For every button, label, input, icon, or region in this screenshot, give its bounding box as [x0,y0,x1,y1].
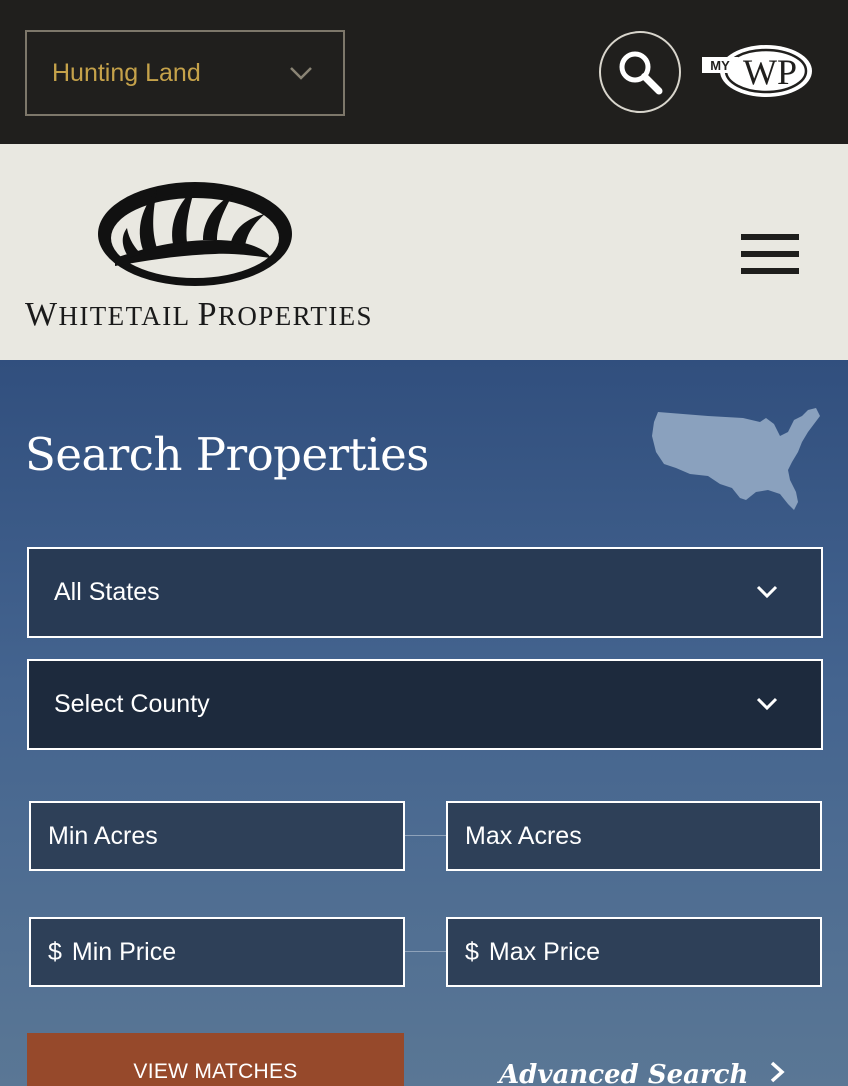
search-panel: Search Properties All States Select Coun… [0,360,848,1086]
hamburger-menu-button[interactable] [741,234,799,276]
antler-logo-icon [98,182,292,286]
hamburger-icon-bar [741,251,799,257]
view-matches-button[interactable]: VIEW MATCHES [27,1033,404,1086]
state-select-value: All States [54,578,160,606]
county-select[interactable]: Select County [27,659,823,750]
search-title: Search Properties [25,428,429,481]
chevron-down-icon [756,697,778,711]
category-dropdown[interactable]: Hunting Land [25,30,345,116]
hamburger-icon-bar [741,234,799,240]
range-connector [405,835,446,836]
state-select[interactable]: All States [27,547,823,638]
my-wp-large-text: WP [743,52,797,92]
site-header: WHITETAIL PROPERTIES [0,144,848,360]
category-dropdown-value: Hunting Land [52,58,201,87]
advanced-search-label: Advanced Search [499,1060,749,1086]
my-wp-logo[interactable]: MY WP [700,40,816,102]
brand-name: WHITETAIL PROPERTIES [25,296,373,333]
min-price-placeholder: Min Price [71,937,177,966]
top-bar: Hunting Land MY WP [0,0,848,144]
currency-symbol: $ [465,937,479,966]
max-acres-placeholder: Max Acres [465,821,582,850]
max-price-input[interactable]: $ Max Price [446,917,822,987]
min-acres-placeholder: Min Acres [48,821,158,850]
chevron-down-icon [290,67,312,80]
usa-map-icon [652,408,820,510]
chevron-down-icon [756,585,778,599]
range-connector [405,951,446,952]
advanced-search-link[interactable]: Advanced Search [499,1059,788,1086]
my-wp-small-text: MY [710,58,730,73]
search-button[interactable] [599,31,681,113]
max-acres-input[interactable]: Max Acres [446,801,822,871]
min-acres-input[interactable]: Min Acres [29,801,405,871]
search-icon [619,51,663,95]
whitetail-logo[interactable]: WHITETAIL PROPERTIES [25,178,372,333]
max-price-placeholder: Max Price [488,937,601,966]
currency-symbol: $ [48,937,62,966]
chevron-right-icon [771,1061,786,1083]
county-select-value: Select County [54,690,210,718]
min-price-input[interactable]: $ Min Price [29,917,405,987]
hamburger-icon-bar [741,268,799,274]
